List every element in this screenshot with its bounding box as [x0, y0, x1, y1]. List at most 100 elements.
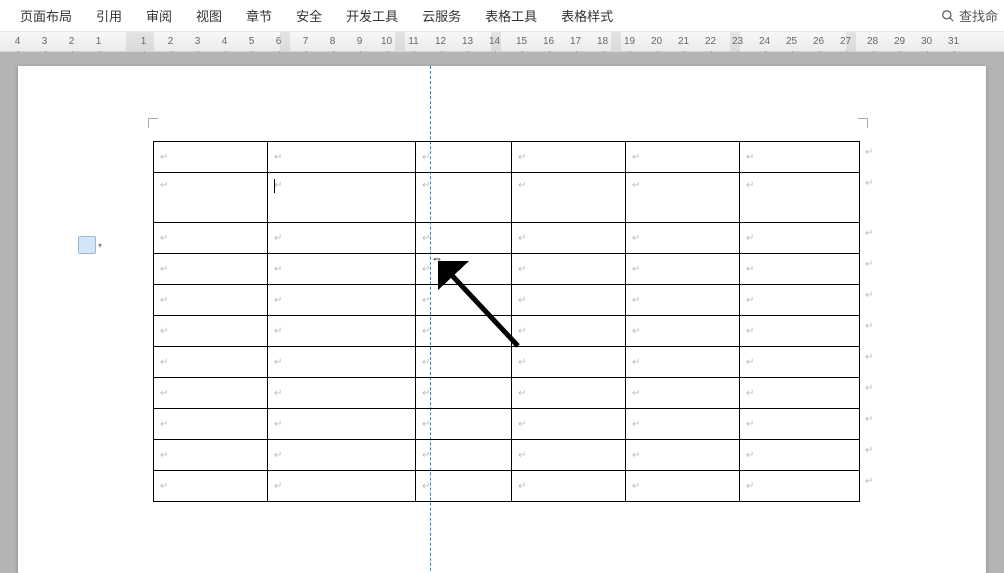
table-cell[interactable] [512, 173, 626, 223]
paste-options-icon [78, 236, 96, 254]
table-cell[interactable] [626, 378, 740, 409]
table-cell[interactable] [268, 471, 416, 502]
table-cell[interactable] [626, 142, 740, 173]
table-cell[interactable] [512, 440, 626, 471]
table-cell[interactable] [416, 173, 512, 223]
table-cell[interactable] [416, 471, 512, 502]
paragraph-mark [632, 151, 640, 163]
table-cell[interactable] [626, 440, 740, 471]
table-cell[interactable] [268, 347, 416, 378]
table-cell[interactable] [154, 347, 268, 378]
tab-developer[interactable]: 开发工具 [334, 0, 410, 31]
paragraph-mark [160, 480, 168, 492]
tab-security[interactable]: 安全 [284, 0, 334, 31]
paragraph-mark [632, 179, 640, 191]
table-cell[interactable] [268, 409, 416, 440]
tab-page-layout[interactable]: 页面布局 [8, 0, 84, 31]
document-workspace: ▾ ↵↵↵↵↵↵↵↵↵↵↵ ⇔ [0, 52, 1004, 573]
ruler-column-marker[interactable] [126, 32, 154, 51]
table-cell[interactable] [512, 254, 626, 285]
table-cell[interactable] [512, 409, 626, 440]
table-cell[interactable] [154, 378, 268, 409]
table-cell[interactable] [268, 440, 416, 471]
ruler-column-marker[interactable] [280, 32, 290, 51]
search-command[interactable]: 查找命 [941, 6, 998, 25]
ruler-column-marker[interactable] [846, 32, 856, 51]
table-cell[interactable] [626, 471, 740, 502]
table-cell[interactable] [740, 173, 860, 223]
tab-table-tools[interactable]: 表格工具 [473, 0, 549, 31]
table-cell[interactable] [740, 142, 860, 173]
ruler-tick: 16 [535, 36, 562, 47]
table-cell[interactable] [626, 173, 740, 223]
menu-tabs: 页面布局 引用 审阅 视图 章节 安全 开发工具 云服务 表格工具 表格样式 [0, 0, 625, 31]
table-cell[interactable] [416, 440, 512, 471]
table-cell[interactable] [740, 254, 860, 285]
table-cell[interactable] [512, 347, 626, 378]
table-cell[interactable] [416, 254, 512, 285]
table-cell[interactable] [154, 471, 268, 502]
table-cell[interactable] [416, 409, 512, 440]
table-cell[interactable] [740, 378, 860, 409]
ruler-column-marker[interactable] [491, 32, 501, 51]
table-cell[interactable] [154, 173, 268, 223]
tab-cloud[interactable]: 云服务 [410, 0, 473, 31]
tab-chapter[interactable]: 章节 [234, 0, 284, 31]
table-cell[interactable] [626, 285, 740, 316]
ruler-column-marker[interactable] [395, 32, 405, 51]
row-end-mark: ↵ [865, 476, 873, 487]
table-cell[interactable] [512, 378, 626, 409]
table-cell[interactable] [268, 316, 416, 347]
table-cell[interactable] [740, 471, 860, 502]
table-cell[interactable] [512, 471, 626, 502]
table-cell[interactable] [154, 440, 268, 471]
table-cell[interactable] [626, 223, 740, 254]
table-cell[interactable] [268, 173, 416, 223]
table-cell[interactable] [416, 142, 512, 173]
table-cell[interactable] [626, 347, 740, 378]
table-cell[interactable] [268, 254, 416, 285]
tab-table-style[interactable]: 表格样式 [549, 0, 625, 31]
table-cell[interactable] [740, 316, 860, 347]
table-cell[interactable] [626, 409, 740, 440]
ruler-tick: 12 [427, 36, 454, 47]
paragraph-mark [160, 325, 168, 337]
table-cell[interactable] [416, 316, 512, 347]
table-cell[interactable] [268, 378, 416, 409]
table-cell[interactable] [154, 254, 268, 285]
table-cell[interactable] [512, 285, 626, 316]
table-cell[interactable] [626, 316, 740, 347]
table-cell[interactable] [740, 223, 860, 254]
table-cell[interactable] [416, 285, 512, 316]
horizontal-ruler[interactable]: 4321 12345678910111213141516171819202122… [0, 32, 1004, 52]
table-cell[interactable] [626, 254, 740, 285]
paste-options-panel[interactable]: ▾ [78, 236, 102, 254]
table-cell[interactable] [512, 142, 626, 173]
table-cell[interactable] [512, 316, 626, 347]
table-cell[interactable] [268, 285, 416, 316]
tab-review[interactable]: 审阅 [134, 0, 184, 31]
document-page[interactable]: ▾ ↵↵↵↵↵↵↵↵↵↵↵ ⇔ [18, 66, 986, 573]
table-cell[interactable] [740, 440, 860, 471]
table-cell[interactable] [740, 347, 860, 378]
table-cell[interactable] [154, 223, 268, 254]
ruler-column-marker[interactable] [611, 32, 621, 51]
table-cell[interactable] [416, 347, 512, 378]
table-cell[interactable] [154, 316, 268, 347]
ruler-column-marker[interactable] [730, 32, 740, 51]
table-cell[interactable] [268, 223, 416, 254]
table-row [154, 173, 860, 223]
table-cell[interactable] [268, 142, 416, 173]
table-cell[interactable] [154, 142, 268, 173]
table-cell[interactable] [416, 378, 512, 409]
tab-reference[interactable]: 引用 [84, 0, 134, 31]
table-cell[interactable] [154, 409, 268, 440]
document-table[interactable] [153, 141, 860, 502]
ruler-tick: 8 [319, 36, 346, 47]
tab-view[interactable]: 视图 [184, 0, 234, 31]
table-cell[interactable] [512, 223, 626, 254]
table-cell[interactable] [740, 285, 860, 316]
table-cell[interactable] [154, 285, 268, 316]
table-cell[interactable] [416, 223, 512, 254]
table-cell[interactable] [740, 409, 860, 440]
